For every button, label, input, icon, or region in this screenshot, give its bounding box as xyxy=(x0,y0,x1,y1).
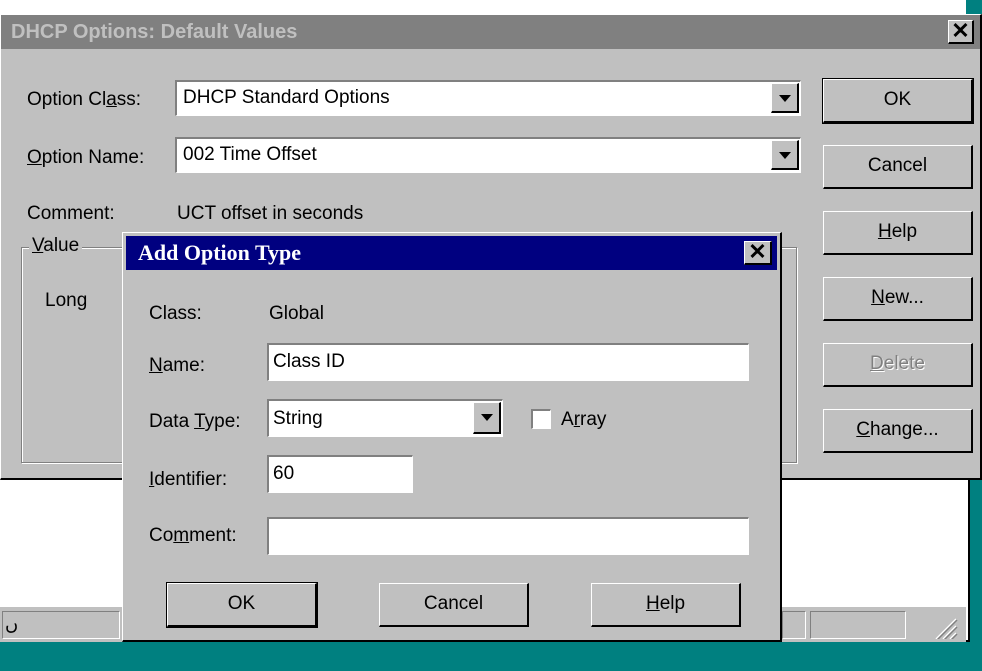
close-icon[interactable]: ✕ xyxy=(744,241,772,265)
name-value: Class ID xyxy=(273,351,345,372)
data-type-label: Data Type: xyxy=(149,411,241,432)
identifier-field[interactable]: 60 xyxy=(267,455,413,493)
chevron-down-icon[interactable] xyxy=(771,83,799,113)
delete-button[interactable]: Delete xyxy=(823,343,973,387)
status-cell-2 xyxy=(782,611,806,639)
chevron-down-icon[interactable] xyxy=(473,402,501,434)
option-class-select[interactable]: DHCP Standard Options xyxy=(175,80,801,116)
add-option-title: Add Option Type xyxy=(138,240,302,265)
size-grip-icon[interactable] xyxy=(932,615,958,641)
new-button[interactable]: New... xyxy=(823,277,973,321)
array-checkbox[interactable] xyxy=(531,409,551,429)
option-name-label: Option Name: xyxy=(27,147,145,168)
ok-button[interactable]: OK xyxy=(166,582,318,628)
name-field[interactable]: Class ID xyxy=(267,343,749,381)
change-button[interactable]: Change... xyxy=(823,409,973,453)
class-value: Global xyxy=(269,303,324,324)
comment-field[interactable] xyxy=(267,517,749,555)
status-cell-3 xyxy=(810,611,906,639)
add-option-title-bar: Add Option Type xyxy=(126,236,777,270)
status-cell-1: ں xyxy=(2,611,120,639)
value-type: Long xyxy=(45,290,88,311)
cancel-button[interactable]: Cancel xyxy=(823,145,973,189)
comment-label: Comment: xyxy=(27,203,115,224)
data-type-select[interactable]: String xyxy=(267,399,503,437)
add-option-type-dialog: Add Option Type ✕ Class: Global Name: Cl… xyxy=(122,232,782,642)
option-class-value: DHCP Standard Options xyxy=(183,87,390,108)
status-left-text: ں xyxy=(5,614,19,634)
comment-value: UCT offset in seconds xyxy=(177,203,364,224)
option-name-value: 002 Time Offset xyxy=(183,144,317,165)
identifier-value: 60 xyxy=(273,463,295,484)
help-button[interactable]: Help xyxy=(823,211,973,255)
name-label: Name: xyxy=(149,355,205,376)
identifier-label: Identifier: xyxy=(149,469,228,490)
dialog-title-bar: DHCP Options: Default Values xyxy=(1,15,980,49)
data-type-value: String xyxy=(273,408,323,429)
close-icon[interactable]: ✕ xyxy=(948,20,974,44)
option-class-label: Option Class: xyxy=(27,89,142,110)
class-label: Class: xyxy=(149,303,202,324)
desktop-strip-bottom xyxy=(0,640,982,671)
help-button[interactable]: Help xyxy=(591,583,741,627)
cancel-button[interactable]: Cancel xyxy=(379,583,529,627)
comment-label: Comment: xyxy=(149,525,237,546)
value-group-label: Value xyxy=(29,235,83,257)
array-label: Array xyxy=(561,409,607,430)
option-name-select[interactable]: 002 Time Offset xyxy=(175,137,801,173)
ok-button[interactable]: OK xyxy=(822,78,974,124)
chevron-down-icon[interactable] xyxy=(771,140,799,170)
dialog-title: DHCP Options: Default Values xyxy=(11,21,298,43)
